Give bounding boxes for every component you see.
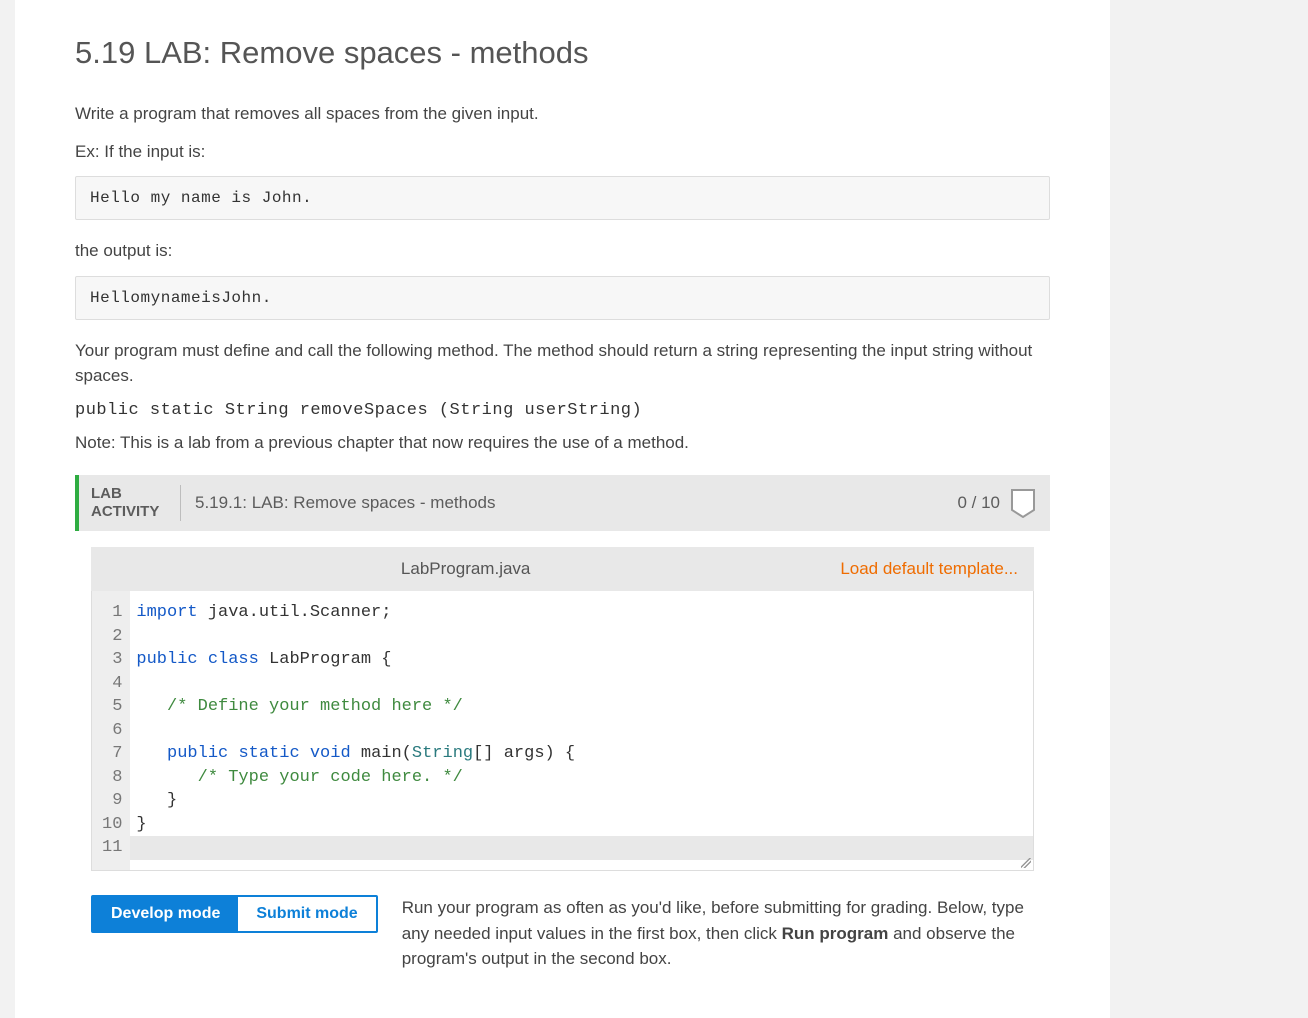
example-output-label: the output is: xyxy=(75,238,1050,264)
code-line[interactable]: public class LabProgram { xyxy=(136,648,1025,672)
code-area[interactable]: import java.util.Scanner; public class L… xyxy=(130,591,1033,870)
code-line[interactable]: import java.util.Scanner; xyxy=(136,601,1025,625)
lab-panel: LAB ACTIVITY 5.19.1: LAB: Remove spaces … xyxy=(75,475,1050,988)
page-title: 5.19 LAB: Remove spaces - methods xyxy=(75,35,1050,71)
code-line[interactable] xyxy=(136,625,1025,649)
load-default-template-link[interactable]: Load default template... xyxy=(840,559,1034,579)
example-input-box: Hello my name is John. xyxy=(75,176,1050,220)
lab-header: LAB ACTIVITY 5.19.1: LAB: Remove spaces … xyxy=(75,475,1050,531)
code-line[interactable]: /* Type your code here. */ xyxy=(136,766,1025,790)
example-input-label: Ex: If the input is: xyxy=(75,139,1050,165)
help-text-bold: Run program xyxy=(782,924,889,943)
lab-activity-label: LAB ACTIVITY xyxy=(91,485,181,521)
code-line[interactable] xyxy=(130,836,1033,860)
lab-score: 0 / 10 xyxy=(957,493,1000,513)
file-header: LabProgram.java Load default template... xyxy=(91,547,1034,591)
develop-mode-button[interactable]: Develop mode xyxy=(93,897,238,931)
line-number-gutter: 1234567891011 xyxy=(92,591,130,870)
shield-icon xyxy=(1010,488,1036,518)
code-card: LabProgram.java Load default template...… xyxy=(75,531,1050,988)
mode-row: Develop mode Submit mode Run your progra… xyxy=(91,895,1034,972)
code-line[interactable]: } xyxy=(136,789,1025,813)
example-output-box: HellomynameisJohn. xyxy=(75,276,1050,320)
submit-mode-button[interactable]: Submit mode xyxy=(238,897,375,931)
mode-toggle: Develop mode Submit mode xyxy=(91,895,378,933)
mode-help-text: Run your program as often as you'd like,… xyxy=(402,895,1034,972)
method-description: Your program must define and call the fo… xyxy=(75,338,1050,389)
code-line[interactable] xyxy=(136,672,1025,696)
code-line[interactable]: /* Define your method here */ xyxy=(136,695,1025,719)
intro-text: Write a program that removes all spaces … xyxy=(75,101,1050,127)
page-container: 5.19 LAB: Remove spaces - methods Write … xyxy=(15,0,1110,1018)
code-line[interactable]: public static void main(String[] args) { xyxy=(136,742,1025,766)
note-text: Note: This is a lab from a previous chap… xyxy=(75,430,1050,456)
lab-title: 5.19.1: LAB: Remove spaces - methods xyxy=(181,493,957,513)
method-signature: public static String removeSpaces (Strin… xyxy=(75,401,1050,420)
filename-label: LabProgram.java xyxy=(91,559,840,579)
code-editor[interactable]: 1234567891011 import java.util.Scanner; … xyxy=(91,591,1034,871)
code-line[interactable] xyxy=(136,719,1025,743)
code-line[interactable]: } xyxy=(136,813,1025,837)
resize-grip-icon[interactable] xyxy=(1021,858,1031,868)
